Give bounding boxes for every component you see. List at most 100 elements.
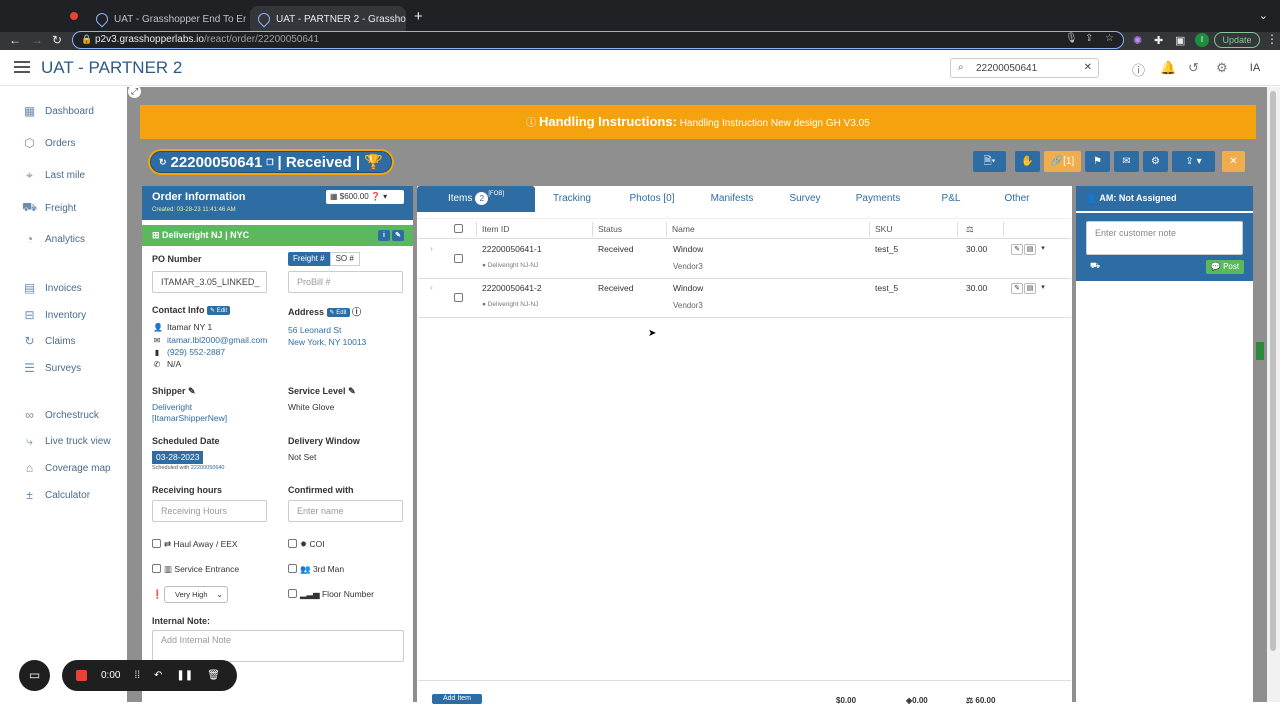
back-icon[interactable]: ← [9, 32, 21, 48]
row-checkbox[interactable] [454, 293, 463, 302]
history-icon[interactable]: ↺ [1188, 60, 1199, 76]
po-number-input[interactable]: ITAMAR_3.05_LINKED_ [152, 271, 267, 293]
trash-icon[interactable]: 🗑 [207, 670, 220, 681]
sidebar-item-live-truck-view[interactable]: ⤷ Live truck view [22, 434, 110, 449]
star-icon[interactable]: ☆ [1105, 33, 1114, 44]
forward-icon[interactable]: → [31, 32, 43, 48]
contact-email-link[interactable]: itamar.lbl2000@gmail.com [167, 335, 267, 345]
update-button[interactable]: Update [1214, 32, 1260, 48]
info-circle-icon[interactable]: ⓘ [352, 307, 361, 317]
scheduled-date-value[interactable]: 03-28-2023 [152, 451, 204, 464]
undo-icon[interactable]: ↶ [154, 670, 162, 681]
browser-tab-1[interactable]: UAT - Grasshopper End To End ✕ [88, 6, 246, 32]
sidebar-item-coverage-map[interactable]: ⌂ Coverage map [22, 461, 111, 475]
chevron-down-icon[interactable]: ▾ [1037, 283, 1049, 294]
extension-icon[interactable]: ✺ [1133, 34, 1142, 47]
mic-icon[interactable]: 🎙 [1065, 33, 1078, 44]
info-icon[interactable]: i [378, 230, 390, 241]
haul-away-checkbox[interactable] [152, 539, 161, 548]
sidebar-item-last-mile[interactable]: ⌖ Last mile [22, 168, 85, 183]
share-icon[interactable]: ⇪ [1085, 33, 1093, 44]
puzzle-icon[interactable]: ✚ [1154, 34, 1163, 47]
select-all-checkbox[interactable] [454, 224, 463, 233]
priority-select[interactable]: Very High ⌄ [164, 586, 228, 603]
post-note-button[interactable]: 💬 Post [1206, 260, 1244, 274]
settings-gear-icon[interactable]: ⚙ [1216, 60, 1228, 76]
order-search-input[interactable]: ⌕ 22200050641 ✕ [950, 58, 1099, 78]
edit-icon[interactable]: ✎ [348, 386, 356, 396]
so-tab[interactable]: SO # [329, 252, 360, 266]
edit-icon[interactable]: ✎ [1011, 244, 1023, 255]
chevron-down-icon[interactable]: ▾ [1037, 244, 1049, 255]
col-name[interactable]: Name [672, 224, 695, 234]
linked-orders-button[interactable]: 🔗[1] [1044, 151, 1081, 172]
coi-checkbox[interactable] [288, 539, 297, 548]
browser-tab-2[interactable]: UAT - PARTNER 2 - Grasshopper ✕ [250, 6, 406, 32]
close-modal-button[interactable]: ✕ [1222, 151, 1245, 172]
drag-handle-icon[interactable]: ⁞⁞ [134, 670, 140, 681]
row-checkbox[interactable] [454, 254, 463, 263]
tab-search-icon[interactable]: ⌄ [1259, 9, 1268, 22]
shipper-name[interactable]: Deliveright [152, 402, 192, 412]
settings-button[interactable]: ⚙ [1143, 151, 1168, 172]
internal-note-textarea[interactable]: Add Internal Note [152, 630, 404, 662]
sidepanel-icon[interactable]: ▣ [1175, 34, 1185, 47]
page-scrollbar[interactable] [1267, 87, 1280, 702]
shipper-sub[interactable]: [ItamarShipperNew] [152, 413, 227, 423]
table-row[interactable]: › 22200050641-1 ● Deliveright NJ-NJ Rece… [418, 240, 1071, 279]
sidebar-item-freight[interactable]: ⛟ Freight [22, 200, 76, 216]
scheduled-with-link[interactable]: 22200050640 [191, 465, 225, 471]
service-entrance-checkbox[interactable] [152, 564, 161, 573]
expand-row-icon[interactable]: › [430, 282, 433, 292]
profile-avatar[interactable]: I [1195, 33, 1209, 47]
clear-search-icon[interactable]: ✕ [1084, 62, 1092, 73]
expand-icon[interactable]: ⤢ [128, 85, 141, 98]
pause-icon[interactable]: ❚❚ [176, 670, 193, 681]
barcode-icon[interactable]: ▤ [1024, 283, 1036, 294]
bell-icon[interactable]: 🔔 [1160, 60, 1176, 76]
edit-icon[interactable]: ✎ [392, 230, 404, 241]
probill-input[interactable]: ProBill # [288, 271, 403, 293]
edit-address-button[interactable]: ✎ Edit [326, 308, 350, 318]
tab-items[interactable]: Items 2 [FOB] [417, 186, 535, 212]
sidebar-item-inventory[interactable]: ⊟ Inventory [22, 308, 86, 322]
freight-tab[interactable]: Freight # [288, 252, 330, 266]
third-man-checkbox[interactable] [288, 564, 297, 573]
sidebar-item-calculator[interactable]: ± Calculator [22, 488, 90, 502]
flag-button[interactable]: ⚑ [1085, 151, 1110, 172]
document-menu-button[interactable]: 🗎▾ [973, 151, 1006, 172]
new-tab-button[interactable]: + [414, 8, 423, 25]
sidebar-item-analytics[interactable]: ◔ Analytics [22, 232, 85, 246]
address-bar[interactable]: 🔒 p2v3.grasshopperlabs.io/react/order/22… [72, 31, 1124, 49]
hamburger-menu-icon[interactable] [14, 61, 30, 73]
barcode-icon[interactable]: ▤ [1024, 244, 1036, 255]
browser-menu-icon[interactable]: ⋮ [1266, 32, 1278, 46]
col-item-id[interactable]: Item ID [482, 224, 509, 234]
sidebar-item-orchestruck[interactable]: ∞ Orchestruck [22, 408, 99, 422]
contact-phone-link[interactable]: (929) 552-2887 [167, 347, 225, 357]
address-line-2[interactable]: New York, NY 10013 [288, 337, 366, 347]
tab-tracking[interactable]: Tracking [535, 186, 609, 212]
receiving-hours-input[interactable]: Receiving Hours [152, 500, 267, 522]
edit-icon[interactable]: ✎ [1011, 283, 1023, 294]
edit-contact-button[interactable]: ✎ Edit [207, 306, 231, 316]
floor-number-checkbox[interactable] [288, 589, 297, 598]
tab-payments[interactable]: Payments [841, 186, 915, 212]
expand-row-icon[interactable]: › [430, 243, 433, 253]
sidebar-item-orders[interactable]: ⬡ Orders [22, 136, 75, 150]
sidebar-item-claims[interactable]: ↻ Claims [22, 334, 75, 348]
customer-note-input[interactable]: Enter customer note [1086, 221, 1243, 255]
split-button[interactable]: ⇪ ▾ [1172, 151, 1215, 172]
truck-icon[interactable]: ⛟ [1090, 261, 1100, 271]
tab-manifests[interactable]: Manifests [695, 186, 769, 212]
sidebar-item-dashboard[interactable]: ▦ Dashboard [22, 104, 94, 118]
price-dropdown[interactable]: ▦ $600.00 ❓ ▾ [326, 190, 404, 204]
stop-recording-button[interactable] [76, 670, 87, 681]
add-item-button[interactable]: Add Item [432, 694, 482, 704]
weight-scale-icon[interactable]: ⚖ [966, 224, 974, 235]
hand-button[interactable]: ✋ [1015, 151, 1040, 172]
scrollbar-thumb[interactable] [1270, 91, 1276, 651]
help-icon[interactable]: ⓘ [1132, 60, 1145, 79]
col-sku[interactable]: SKU [875, 224, 892, 234]
confirmed-with-input[interactable]: Enter name [288, 500, 403, 522]
